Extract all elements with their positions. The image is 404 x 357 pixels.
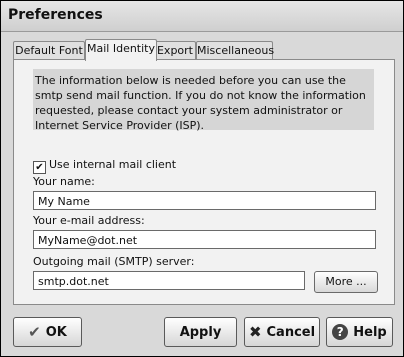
checkmark-icon: ✔	[28, 323, 41, 341]
apply-button[interactable]: Apply	[164, 317, 237, 347]
window-title: Preferences	[8, 7, 103, 23]
smtp-server-field[interactable]: smtp.dot.net	[33, 271, 305, 290]
your-name-field[interactable]: My Name	[33, 191, 376, 210]
apply-label: Apply	[179, 324, 222, 340]
more-button[interactable]: More ...	[314, 271, 378, 293]
tab-default-font[interactable]: Default Font	[13, 41, 85, 60]
use-internal-mail-checkbox[interactable]: ✔	[33, 161, 46, 174]
help-button[interactable]: ? Help	[326, 317, 393, 347]
tab-mail-identity[interactable]: Mail Identity	[85, 39, 157, 61]
use-internal-mail-label: Use internal mail client	[49, 158, 177, 171]
cancel-x-icon: ✖	[248, 323, 262, 341]
ok-label: OK	[45, 324, 67, 340]
cancel-button[interactable]: ✖ Cancel	[244, 317, 320, 347]
use-internal-mail-row[interactable]: ✔ Use internal mail client	[33, 158, 176, 174]
tab-export[interactable]: Export	[154, 41, 196, 60]
email-field[interactable]: MyName@dot.net	[33, 230, 376, 249]
ok-button[interactable]: ✔ OK	[13, 317, 82, 347]
help-label: Help	[353, 324, 387, 340]
help-question-icon: ?	[332, 324, 349, 340]
cancel-label: Cancel	[266, 324, 316, 340]
email-label: Your e-mail address:	[33, 214, 145, 227]
your-name-label: Your name:	[33, 175, 95, 188]
info-text: The information below is needed before y…	[33, 69, 374, 132]
mail-identity-panel: The information below is needed before y…	[13, 59, 395, 305]
preferences-window: Preferences Default Font Mail Identity E…	[0, 0, 404, 357]
title-bar[interactable]: Preferences	[1, 1, 403, 32]
tab-miscellaneous[interactable]: Miscellaneous	[196, 41, 274, 60]
smtp-server-label: Outgoing mail (SMTP) server:	[33, 255, 195, 268]
